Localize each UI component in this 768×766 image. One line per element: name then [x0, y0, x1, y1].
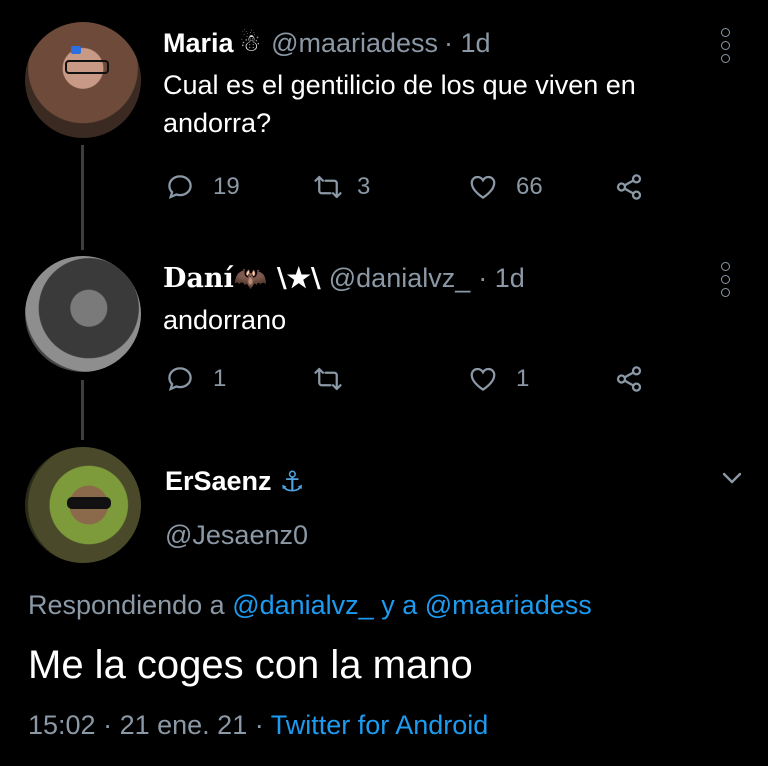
share-button[interactable]	[614, 364, 644, 394]
tweet-text-line: Cual es el gentilicio de los que viven e…	[163, 70, 636, 100]
author-handle[interactable]: @maariadess	[271, 28, 438, 59]
author-handle[interactable]: @Jesaenz0	[165, 520, 308, 551]
reply-button[interactable]: 19	[165, 172, 240, 202]
tweet-date: · 21 ene. 21 ·	[103, 710, 264, 740]
reply-button[interactable]: 1	[165, 364, 226, 394]
tweet-source-link[interactable]: Twitter for Android	[271, 710, 489, 740]
share-button[interactable]	[614, 172, 644, 202]
author-name[interactable]: Maria	[163, 28, 234, 59]
share-icon	[616, 366, 642, 392]
share-icon	[616, 174, 642, 200]
hair-bow-icon	[71, 46, 81, 54]
author-name-row: ErSaenz ⚓	[165, 465, 305, 498]
anchor-icon: ⚓	[279, 466, 305, 497]
glasses-icon	[65, 60, 109, 74]
author-handle[interactable]: @danialvz_	[329, 263, 471, 294]
tweet-text: andorrano	[163, 305, 287, 335]
avatar[interactable]	[25, 447, 141, 563]
reply-count: 1	[213, 365, 227, 392]
tweet-text: Me la coges con la mano	[28, 643, 473, 687]
chevron-down-icon[interactable]	[718, 468, 746, 493]
more-options-icon[interactable]	[721, 262, 731, 301]
reply-icon	[168, 175, 192, 200]
tweet-time: · 1d	[444, 28, 491, 58]
replying-and: y a	[381, 590, 418, 620]
thread-line	[81, 380, 84, 440]
tweet-text-line: andorra?	[163, 108, 272, 138]
mention-link[interactable]: @maariadess	[425, 590, 592, 620]
retweet-icon	[314, 175, 342, 199]
author-name[interactable]: ErSaenz	[165, 466, 272, 497]
retweet-count: 3	[357, 173, 371, 200]
avatar[interactable]	[25, 256, 141, 372]
retweet-icon	[314, 367, 342, 391]
like-count: 1	[516, 365, 530, 392]
tweet-time: · 1d	[478, 262, 525, 293]
tweet-text: Cual es el gentilicio de los que viven e…	[163, 66, 636, 142]
like-button[interactable]: 66	[468, 172, 543, 202]
like-button[interactable]: 1	[468, 364, 529, 394]
tweet-header: Daní🦇 \★\ @danialvz_ · 1d	[163, 262, 525, 295]
author-name[interactable]: Daní🦇 \★\	[163, 262, 321, 294]
tweet-header: Maria ☃ @maariadess · 1d	[163, 28, 491, 59]
retweet-button[interactable]	[313, 364, 343, 394]
retweet-button[interactable]: 3	[313, 172, 370, 202]
heart-icon	[470, 175, 496, 199]
snowman-icon: ☃	[239, 30, 262, 57]
replying-prefix: Respondiendo a	[28, 590, 225, 620]
like-count: 66	[516, 173, 543, 200]
heart-icon	[470, 367, 496, 391]
avatar[interactable]	[25, 22, 141, 138]
mention-link[interactable]: @danialvz_	[232, 590, 374, 620]
more-options-icon[interactable]	[721, 28, 731, 67]
sunglasses-icon	[67, 497, 111, 509]
replying-to: Respondiendo a @danialvz_ y a @maariades…	[28, 590, 592, 621]
tweet-meta: 15:02 · 21 ene. 21 · Twitter for Android	[28, 710, 488, 741]
tweet-time: 15:02	[28, 710, 96, 740]
reply-count: 19	[213, 173, 240, 200]
thread-line	[81, 145, 84, 250]
reply-icon	[168, 367, 192, 392]
